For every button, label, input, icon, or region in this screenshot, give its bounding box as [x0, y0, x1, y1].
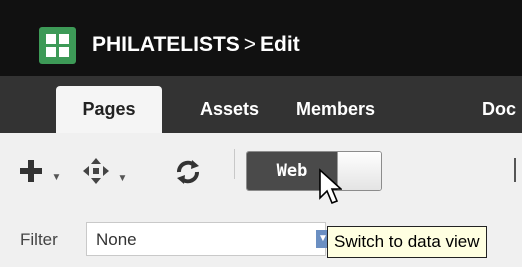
view-toggle-switch[interactable]: Web — [246, 151, 382, 191]
move-arrows-icon — [83, 158, 109, 184]
breadcrumb-current-page: Edit — [260, 33, 300, 56]
tab-documents[interactable]: Doc — [482, 86, 516, 133]
breadcrumb-app-name[interactable]: PHILATELISTS — [92, 33, 240, 56]
tab-assets[interactable]: Assets — [200, 86, 259, 133]
chevron-down-icon: ▼ — [51, 172, 62, 183]
toolbar-edge-divider — [514, 158, 516, 182]
mouse-pointer-icon — [319, 168, 342, 205]
chevron-down-icon: ▼ — [117, 173, 128, 184]
toggle-knob[interactable] — [337, 152, 381, 190]
tab-members[interactable]: Members — [296, 86, 375, 133]
move-dropdown-button[interactable]: ▼ — [82, 157, 127, 190]
app-logo-icon — [39, 27, 76, 64]
add-dropdown-button[interactable]: ▼ — [18, 158, 61, 189]
breadcrumb: PHILATELISTS > Edit — [92, 30, 300, 60]
tab-bar: Pages Assets Members Doc — [0, 76, 522, 133]
filter-select-value: None — [96, 230, 137, 249]
toolbar-divider — [234, 149, 235, 179]
refresh-button[interactable] — [174, 158, 202, 191]
plus-icon — [20, 160, 42, 182]
breadcrumb-separator: > — [243, 33, 257, 56]
tab-pages[interactable]: Pages — [56, 86, 162, 133]
filter-label: Filter — [20, 230, 58, 249]
title-bar: PHILATELISTS > Edit — [0, 0, 522, 76]
tooltip: Switch to data view — [327, 226, 487, 258]
refresh-icon — [177, 160, 199, 184]
